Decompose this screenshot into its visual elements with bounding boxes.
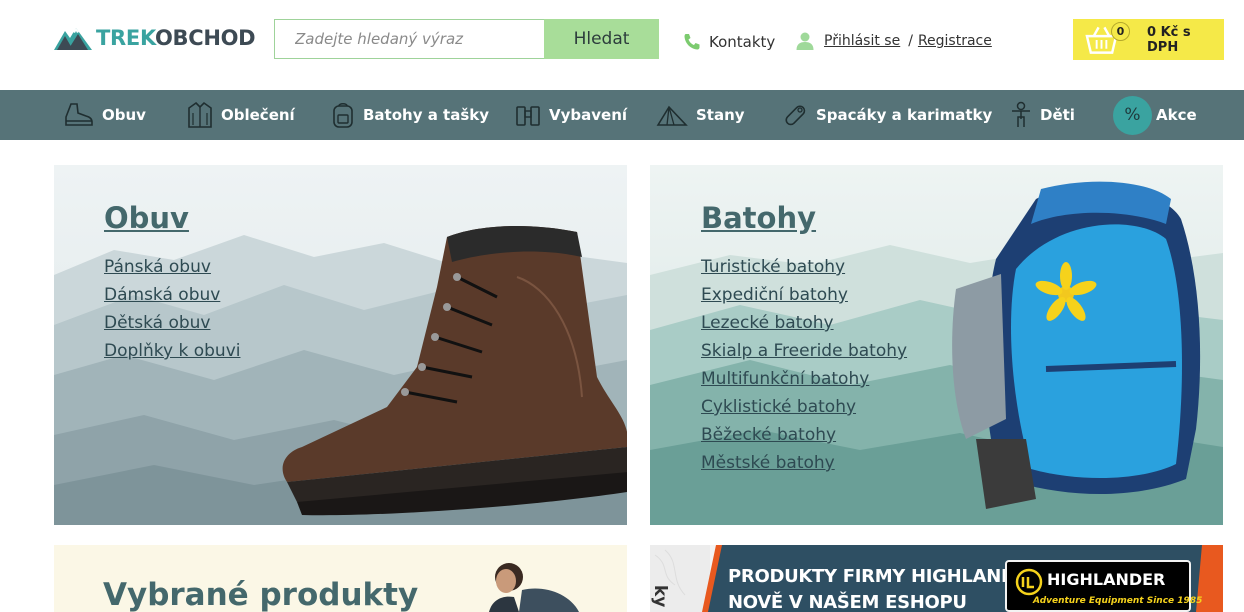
child-icon	[1012, 101, 1030, 127]
percent-badge: %	[1113, 95, 1152, 135]
hiking-boot-image	[282, 225, 627, 516]
jacket-icon	[188, 101, 212, 128]
nav-item-obleceni[interactable]: Oblečení	[187, 90, 295, 140]
cart-count-badge: 0	[1111, 22, 1130, 41]
banner-obuv[interactable]: Obuv Pánská obuv Dámská obuv Dětská obuv…	[54, 165, 627, 525]
nav-item-vybaveni[interactable]: Vybavení	[515, 90, 627, 140]
highlander-headline-2: NOVĚ V NAŠEM ESHOPU	[728, 592, 967, 612]
contacts-link[interactable]: Kontakty	[682, 32, 775, 52]
banner-title-vybrane-produkty: Vybrané produkty	[103, 577, 419, 612]
nav-label-batohy-a-tasky: Batohy a tašky	[363, 106, 490, 124]
link-doplnky-k-obuvi[interactable]: Doplňky k obuvi	[104, 341, 240, 369]
nav-item-obuv[interactable]: Obuv	[64, 90, 146, 140]
link-cyklisticke-batohy[interactable]: Cyklistické batohy	[701, 397, 907, 425]
user-icon	[796, 32, 814, 50]
register-link[interactable]: Registrace	[918, 33, 992, 49]
search-button[interactable]: Hledat	[544, 19, 659, 59]
banner-batohy[interactable]: Batohy Turistické batohy Expediční batoh…	[650, 165, 1223, 525]
contacts-label: Kontakty	[709, 33, 776, 51]
link-multifunkcni-batohy[interactable]: Multifunkční batohy	[701, 369, 907, 397]
link-bezecke-batohy[interactable]: Běžecké batohy	[701, 425, 907, 453]
main-nav: Obuv Oblečení Batohy a tašky Vybavení St…	[0, 90, 1244, 140]
link-expedicni-batohy[interactable]: Expediční batohy	[701, 285, 907, 313]
boot-icon	[65, 103, 93, 126]
binoculars-icon	[516, 106, 540, 126]
link-skialp-freeride-batohy[interactable]: Skialp a Freeride batohy	[701, 341, 907, 369]
backpack-image	[952, 181, 1201, 509]
site-logo[interactable]: TREKOBCHOD	[54, 24, 256, 52]
highlander-headline-1: PRODUKTY FIRMY HIGHLANDER	[728, 566, 1042, 587]
highlander-tagline: Adventure Equipment Since 1985	[1033, 596, 1203, 606]
sleeping-bag-icon	[785, 105, 806, 126]
banner-vybrane-produkty[interactable]: Vybrané produkty	[54, 545, 627, 612]
nav-label-obleceni: Oblečení	[221, 106, 295, 124]
search-form: Hledat	[274, 19, 659, 59]
nav-item-akce[interactable]: % Akce	[1113, 90, 1197, 140]
site-header: TREKOBCHOD Hledat Kontakty Přihlásit se …	[0, 0, 1244, 90]
nav-item-spacaky-a-karimatky[interactable]: Spacáky a karimatky	[782, 90, 992, 140]
login-separator: /	[908, 33, 913, 49]
link-mestske-batohy[interactable]: Městské batohy	[701, 453, 907, 481]
logo-text-obchod: OBCHOD	[154, 26, 256, 50]
highlander-emblem-icon	[1015, 568, 1043, 596]
nav-label-akce: Akce	[1156, 106, 1197, 124]
banner-highlander[interactable]: ky PRODUKTY FIRMY HIGHLANDER NOVĚ V NAŠE…	[650, 545, 1223, 612]
search-input[interactable]	[274, 19, 544, 59]
phone-icon	[684, 34, 700, 50]
nav-label-stany: Stany	[696, 106, 745, 124]
nav-label-spacaky-a-karimatky: Spacáky a karimatky	[816, 106, 993, 124]
nav-item-deti[interactable]: Děti	[1010, 90, 1075, 140]
cart-button[interactable]: 0 0 Kč s DPH	[1073, 19, 1224, 60]
mountain-logo-icon	[54, 28, 92, 50]
link-panska-obuv[interactable]: Pánská obuv	[104, 257, 240, 285]
banner-title-batohy[interactable]: Batohy	[701, 201, 816, 235]
nav-label-deti: Děti	[1040, 106, 1075, 124]
link-lezecke-batohy[interactable]: Lezecké batohy	[701, 313, 907, 341]
nav-item-stany[interactable]: Stany	[656, 90, 745, 140]
highlander-brand: HIGHLANDER	[1047, 570, 1166, 589]
cart-total: 0 Kč s DPH	[1147, 24, 1191, 55]
banner-links-obuv: Pánská obuv Dámská obuv Dětská obuv Dopl…	[104, 257, 240, 369]
link-damska-obuv[interactable]: Dámská obuv	[104, 285, 240, 313]
banner-links-batohy: Turistické batohy Expediční batohy Lezec…	[701, 257, 907, 481]
hiker-image	[489, 563, 579, 612]
nav-item-batohy-a-tasky[interactable]: Batohy a tašky	[331, 90, 489, 140]
side-text: ky	[650, 585, 670, 608]
link-detska-obuv[interactable]: Dětská obuv	[104, 313, 240, 341]
nav-label-vybaveni: Vybavení	[549, 106, 628, 124]
nav-label-obuv: Obuv	[102, 106, 146, 124]
banner-title-obuv[interactable]: Obuv	[104, 201, 189, 235]
account-links: Přihlásit se / Registrace	[795, 31, 992, 51]
highlander-logo-box: HIGHLANDER Adventure Equipment Since 198…	[1005, 560, 1202, 612]
link-turisticke-batohy[interactable]: Turistické batohy	[701, 257, 907, 285]
tent-icon	[656, 105, 688, 126]
logo-text-trek: TREK	[96, 26, 155, 50]
login-link[interactable]: Přihlásit se	[824, 33, 900, 49]
backpack-icon	[333, 102, 353, 128]
